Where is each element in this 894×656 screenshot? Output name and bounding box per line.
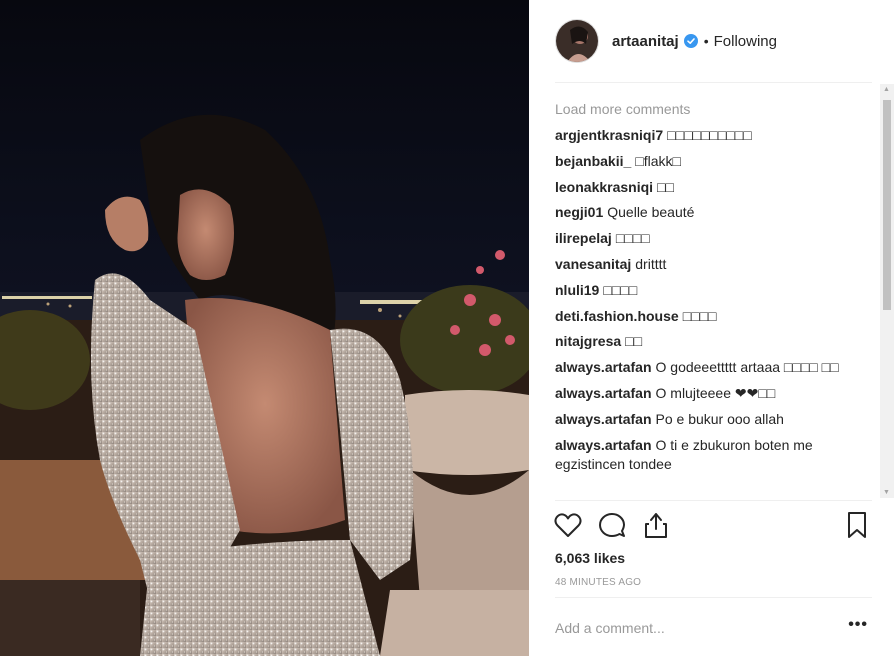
comment-item: deti.fashion.house □□□□ — [555, 307, 871, 326]
scrollbar-thumb[interactable] — [883, 100, 891, 310]
verified-badge-icon — [683, 34, 698, 48]
avatar-image — [556, 20, 598, 62]
comment-text: □□ — [657, 178, 674, 195]
comment-item: bejanbakii_ □flakk□ — [555, 152, 871, 171]
comment-username-link[interactable]: negji01 — [555, 204, 603, 220]
comment-item: always.artafan O godeeettttt artaaa □□□□ … — [555, 358, 871, 377]
header-divider — [555, 82, 872, 83]
scroll-up-arrow-icon[interactable]: ▲ — [883, 86, 890, 93]
comment-text: □flakk□ — [635, 152, 681, 169]
comment-username-link[interactable]: bejanbakii_ — [555, 153, 631, 169]
comment-username-link[interactable]: nluli19 — [555, 282, 599, 298]
following-button[interactable]: Following — [714, 33, 777, 50]
more-options-button[interactable]: ••• — [848, 616, 868, 634]
comment-item: argjentkrasniqi7 □□□□□□□□□□ — [555, 126, 871, 145]
avatar[interactable] — [555, 19, 599, 63]
comments-divider — [555, 500, 872, 501]
comment-username-link[interactable]: always.artafan — [555, 359, 652, 375]
comment-username-link[interactable]: vanesanitaj — [555, 256, 631, 272]
comment-text: □□□□ — [682, 307, 717, 324]
comment-username-link[interactable]: always.artafan — [555, 385, 652, 401]
bookmark-icon[interactable] — [842, 510, 872, 540]
post-header: artaanitaj • Following — [555, 16, 872, 66]
comment-item: always.artafan O ti e zbukuron boten me e… — [555, 436, 871, 474]
scroll-down-arrow-icon[interactable]: ▼ — [883, 489, 890, 496]
comment-username-link[interactable]: argjentkrasniqi7 — [555, 127, 663, 143]
comment-text: □□ — [625, 333, 643, 350]
comment-text: □□□□ — [615, 230, 650, 247]
likes-count[interactable]: 6,063 likes — [555, 550, 625, 566]
comment-item: nluli19 □□□□ — [555, 281, 871, 300]
comment-username-link[interactable]: ilirepelaj — [555, 230, 612, 246]
post-photo[interactable] — [0, 0, 529, 656]
username-link[interactable]: artaanitaj — [612, 33, 679, 50]
comment-username-link[interactable]: deti.fashion.house — [555, 308, 679, 324]
comment-item: leonakkrasniqi □□ — [555, 178, 871, 197]
comment-text: dritttt — [635, 255, 667, 272]
comment-item: always.artafan Po e bukur ooo allah — [555, 410, 871, 429]
comment-item: ilirepelaj □□□□ — [555, 229, 871, 248]
comment-text: □□□□□□□□□□ — [667, 127, 752, 143]
comment-icon[interactable] — [597, 510, 627, 540]
comment-text: □□□□ — [603, 281, 638, 298]
comments-scrollbar[interactable]: ▲ ▼ — [880, 84, 894, 498]
comments-list: Load more comments argjentkrasniqi7 □□□□□… — [555, 98, 871, 498]
comment-item: vanesanitaj dritttt — [555, 255, 871, 274]
comment-item: nitajgresa □□ — [555, 332, 871, 351]
footer-divider — [555, 597, 872, 598]
post-photo-illustration — [0, 0, 529, 656]
comment-username-link[interactable]: leonakkrasniqi — [555, 179, 653, 195]
action-bar — [553, 510, 872, 542]
share-icon[interactable] — [641, 510, 671, 540]
load-more-comments-button[interactable]: Load more comments — [555, 101, 871, 117]
comment-username-link[interactable]: nitajgresa — [555, 333, 621, 349]
post-side-panel: artaanitaj • Following Load more comment… — [529, 0, 894, 656]
comment-username-link[interactable]: always.artafan — [555, 411, 652, 427]
post-timestamp[interactable]: 48 MINUTES AGO — [555, 577, 641, 588]
comment-text: Po e bukur ooo allah — [655, 410, 784, 427]
comment-username-link[interactable]: always.artafan — [555, 437, 652, 453]
comment-text: O mlujteeee ❤❤□□ — [655, 384, 776, 401]
comment-text: O godeeettttt artaaa □□□□ □□ — [655, 359, 839, 376]
add-comment-input[interactable]: Add a comment... — [555, 620, 665, 636]
comment-item: always.artafan O mlujteeee ❤❤□□ — [555, 384, 871, 403]
comment-text: Quelle beauté — [607, 204, 695, 221]
heart-icon[interactable] — [553, 510, 583, 540]
separator-dot: • — [703, 33, 709, 49]
comment-item: negji01 Quelle beauté — [555, 203, 871, 222]
